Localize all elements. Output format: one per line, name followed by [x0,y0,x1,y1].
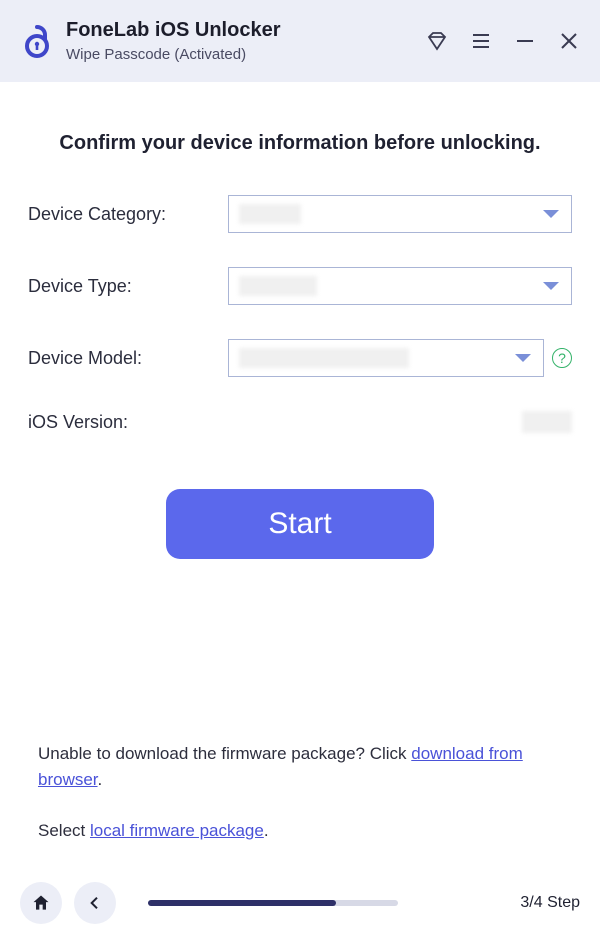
select-device-category[interactable] [228,195,572,233]
select-value-blur [239,348,409,368]
minimize-icon[interactable] [512,28,538,54]
app-lock-icon [18,22,56,60]
close-icon[interactable] [556,28,582,54]
progress-fill [148,900,336,906]
ios-version-value [522,411,572,433]
bottom-suffix1: . [98,770,103,789]
label-ios-version: iOS Version: [28,412,228,433]
titlebar-left: FoneLab iOS Unlocker Wipe Passcode (Acti… [18,19,280,63]
bottom-suffix2: . [264,821,269,840]
step-label: 3/4 Step [520,894,580,912]
chevron-down-icon [515,354,531,362]
chevron-down-icon [543,210,559,218]
back-button[interactable] [74,882,116,924]
select-device-model[interactable] [228,339,544,377]
app-title: FoneLab iOS Unlocker [66,19,280,42]
progress-bar [148,900,398,906]
bottom-prefix1: Unable to download the firmware package?… [38,744,411,763]
row-device-model: Device Model: ? [28,339,572,377]
local-firmware-package-link[interactable]: local firmware package [90,821,264,840]
bottom-text: Unable to download the firmware package?… [38,741,562,844]
bottom-prefix2: Select [38,821,90,840]
titlebar-controls [424,28,582,54]
row-device-type: Device Type: [28,267,572,305]
label-device-type: Device Type: [28,276,228,297]
footer: 3/4 Step [0,882,600,924]
home-button[interactable] [20,882,62,924]
menu-icon[interactable] [468,28,494,54]
row-ios-version: iOS Version: [28,411,572,433]
page-heading: Confirm your device information before u… [28,132,572,155]
row-device-category: Device Category: [28,195,572,233]
app-subtitle: Wipe Passcode (Activated) [66,46,280,63]
diamond-icon[interactable] [424,28,450,54]
select-value-blur [239,204,301,224]
help-icon[interactable]: ? [552,348,572,368]
label-device-category: Device Category: [28,204,228,225]
label-device-model: Device Model: [28,348,228,369]
select-value-blur [239,276,317,296]
chevron-down-icon [543,282,559,290]
select-device-type[interactable] [228,267,572,305]
start-button[interactable]: Start [166,489,434,559]
titlebar: FoneLab iOS Unlocker Wipe Passcode (Acti… [0,0,600,82]
main-content: Confirm your device information before u… [0,82,600,559]
